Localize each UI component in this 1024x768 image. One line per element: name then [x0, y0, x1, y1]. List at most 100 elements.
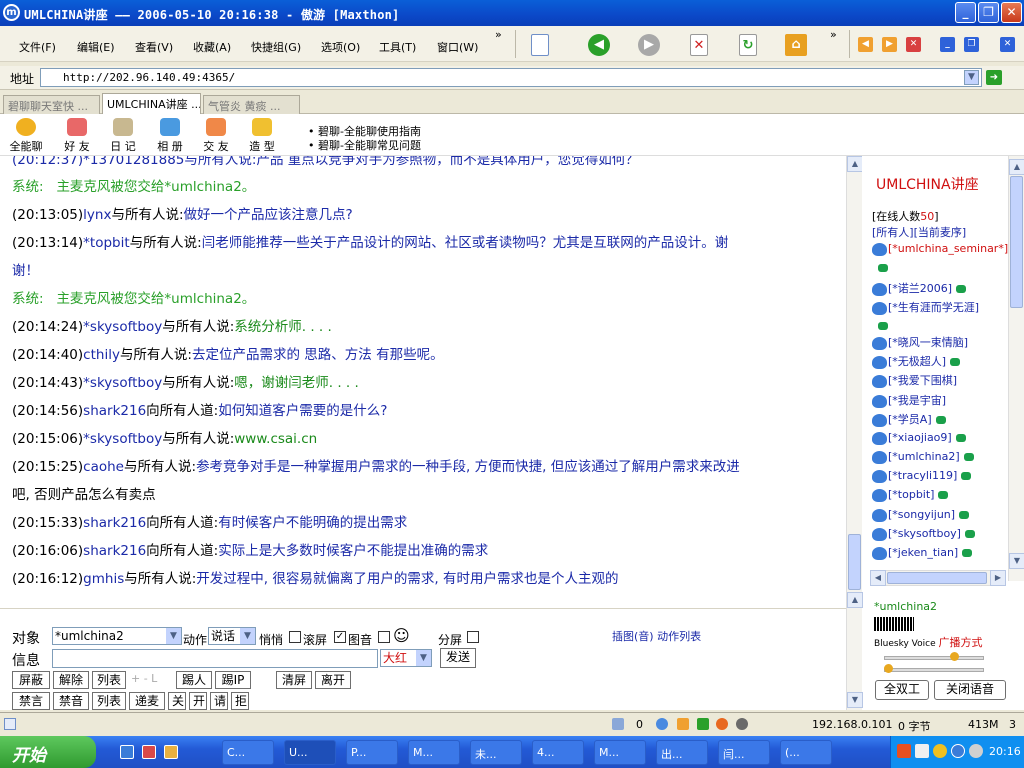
address-dropdown-icon[interactable]: ▼	[964, 70, 979, 85]
tray-icon[interactable]	[933, 744, 947, 758]
sidebar-scroll-up-icon[interactable]: ▲	[1009, 159, 1024, 175]
user-list-item[interactable]: [*我爱下围棋]	[872, 372, 957, 388]
gear-icon[interactable]	[716, 718, 728, 730]
download-icon[interactable]	[612, 718, 624, 730]
menu-tools[interactable]: 工具(T)	[379, 39, 416, 55]
popup-block-icon[interactable]	[677, 718, 689, 730]
sidebar-scroll-right-icon[interactable]: ▶	[990, 570, 1006, 586]
album-button[interactable]: 相 册	[155, 118, 185, 154]
maxthon-app-icon[interactable]: m	[3, 4, 20, 21]
user-list-item[interactable]: [*无极超人]	[872, 353, 961, 369]
go-icon[interactable]: ➜	[986, 70, 1002, 85]
sidebar-scroll-left-icon[interactable]: ◀	[870, 570, 886, 586]
user-filter[interactable]: [所有人][当前麦序]	[872, 224, 966, 240]
action-list-link[interactable]: 插图(音) 动作列表	[612, 628, 701, 644]
close-mic-button[interactable]: 关	[168, 692, 186, 710]
quicklaunch-icon[interactable]	[164, 745, 178, 759]
stop-icon[interactable]: ✕	[690, 34, 708, 56]
avatar-style-button[interactable]: 造 型	[247, 118, 277, 154]
user-list-item[interactable]: [*jeken_tian]	[872, 546, 973, 560]
tab-close-icon[interactable]: ✕	[1000, 37, 1015, 52]
mute-audio-button[interactable]: 禁音	[53, 692, 89, 710]
scroll-up-icon[interactable]: ▲	[847, 156, 863, 172]
sidebar-hscrollbar[interactable]: ◀ ▶	[870, 570, 1006, 586]
action-select[interactable]: 说话 ▼	[208, 627, 256, 645]
sidebar-scroll-thumb[interactable]	[1010, 176, 1023, 308]
tab-bliao[interactable]: 碧聊聊天室快 ...	[3, 95, 100, 114]
input-scrollbar[interactable]: ▲ ▼	[846, 592, 863, 710]
volume-slider-knob[interactable]	[950, 652, 959, 661]
input-scroll-down-icon[interactable]: ▼	[847, 692, 863, 708]
full-duplex-button[interactable]: 全双工	[875, 680, 929, 700]
back-icon[interactable]: ◀	[588, 34, 610, 56]
user-list-item[interactable]: [*我是宇宙]	[872, 392, 946, 408]
volume-slider[interactable]	[884, 656, 984, 660]
tab-minimize-icon[interactable]: _	[940, 37, 955, 52]
friends-button[interactable]: 好 友	[62, 118, 92, 154]
user-list-item[interactable]: [*songyijun]	[872, 508, 970, 522]
open-mic-button[interactable]: 开	[189, 692, 207, 710]
user-list-item[interactable]: [*topbit]	[872, 488, 949, 502]
pass-mic-button[interactable]: 递麦	[129, 692, 165, 710]
menu-overflow-icon[interactable]: »	[495, 28, 502, 41]
kick-button[interactable]: 踢人	[176, 671, 212, 689]
task-button-m2[interactable]: M...	[594, 740, 646, 765]
tab-umlchina[interactable]: UMLCHINA讲座 ...	[102, 93, 201, 114]
ie-quicklaunch-icon[interactable]	[120, 745, 134, 759]
refresh-icon[interactable]: ↻	[739, 34, 757, 56]
tab-restore-icon[interactable]: ❐	[964, 37, 979, 52]
restore-button[interactable]: ❐	[978, 2, 999, 23]
mic-slider[interactable]	[884, 668, 984, 672]
minimize-button[interactable]: _	[955, 2, 976, 23]
user-list-item[interactable]: [*skysoftboy]	[872, 527, 975, 541]
task-button-untitled[interactable]: 未...	[470, 740, 522, 765]
tray-maxthon-icon[interactable]	[951, 744, 965, 758]
user-list-item[interactable]: [*诺兰2006]	[872, 280, 967, 296]
menu-favorites[interactable]: 收藏(A)	[193, 39, 231, 55]
task-button-out[interactable]: 出...	[656, 740, 708, 765]
sync-icon[interactable]	[656, 718, 668, 730]
all-chat-button[interactable]: 全能聊	[8, 118, 44, 154]
target-select[interactable]: *umlchina2 ▼	[52, 627, 182, 645]
user-list-item[interactable]: [*生有涯而学无涯]	[872, 299, 979, 315]
address-input[interactable]: http://202.96.140.49:4365/	[40, 68, 982, 87]
close-button[interactable]: ✕	[1001, 2, 1022, 23]
color-select[interactable]: 大红 ▼	[380, 649, 432, 667]
tray-app-icon[interactable]	[897, 744, 911, 758]
input-scroll-up-icon[interactable]: ▲	[847, 592, 863, 608]
task-button-yan[interactable]: 闫...	[718, 740, 770, 765]
user-list-item[interactable]: [*umlchina2]	[872, 450, 974, 464]
menu-view[interactable]: 查看(V)	[135, 39, 173, 55]
unblock-button[interactable]: 解除	[53, 671, 89, 689]
sidebar-scrollbar[interactable]: ▲ ▼	[1008, 156, 1024, 581]
diary-button[interactable]: 日 记	[108, 118, 138, 154]
split-checkbox[interactable]	[467, 631, 479, 643]
tray-icon[interactable]	[915, 744, 929, 758]
mic-slider-knob[interactable]	[884, 664, 893, 673]
clock-icon[interactable]	[736, 718, 748, 730]
new-page-icon[interactable]	[531, 34, 549, 56]
task-button-maxthon[interactable]: U...	[284, 740, 336, 765]
start-button[interactable]: 开始	[0, 736, 96, 768]
user-list-item[interactable]: [*tracyli119]	[872, 469, 972, 483]
user-list-item[interactable]: [*umlchina_seminar*]	[872, 242, 1008, 256]
plugin-icon[interactable]	[697, 718, 709, 730]
kick-ip-button[interactable]: 踢IP	[215, 671, 251, 689]
prev-tab-icon[interactable]: ◀	[858, 37, 873, 52]
menu-groups[interactable]: 快捷组(G)	[251, 39, 301, 55]
toolbar-overflow-icon[interactable]: »	[830, 28, 837, 41]
user-list-item[interactable]: [*学员A]	[872, 411, 946, 427]
quicklaunch-icon[interactable]	[142, 745, 156, 759]
task-button-paren[interactable]: (...	[780, 740, 832, 765]
list2-button[interactable]: 列表	[92, 692, 126, 710]
sidebar-scroll-down-icon[interactable]: ▼	[1009, 553, 1024, 569]
menu-window[interactable]: 窗口(W)	[437, 39, 478, 55]
task-button-folder[interactable]: C...	[222, 740, 274, 765]
menu-file[interactable]: 文件(F)	[19, 39, 56, 55]
mute-text-button[interactable]: 禁言	[12, 692, 50, 710]
send-button[interactable]: 发送	[440, 648, 476, 668]
home-icon[interactable]: ⌂	[785, 34, 807, 56]
scroll-checkbox[interactable]	[289, 631, 301, 643]
scroll-thumb[interactable]	[848, 534, 861, 590]
tab-health[interactable]: 气管炎 黄痰 ...	[203, 95, 300, 114]
